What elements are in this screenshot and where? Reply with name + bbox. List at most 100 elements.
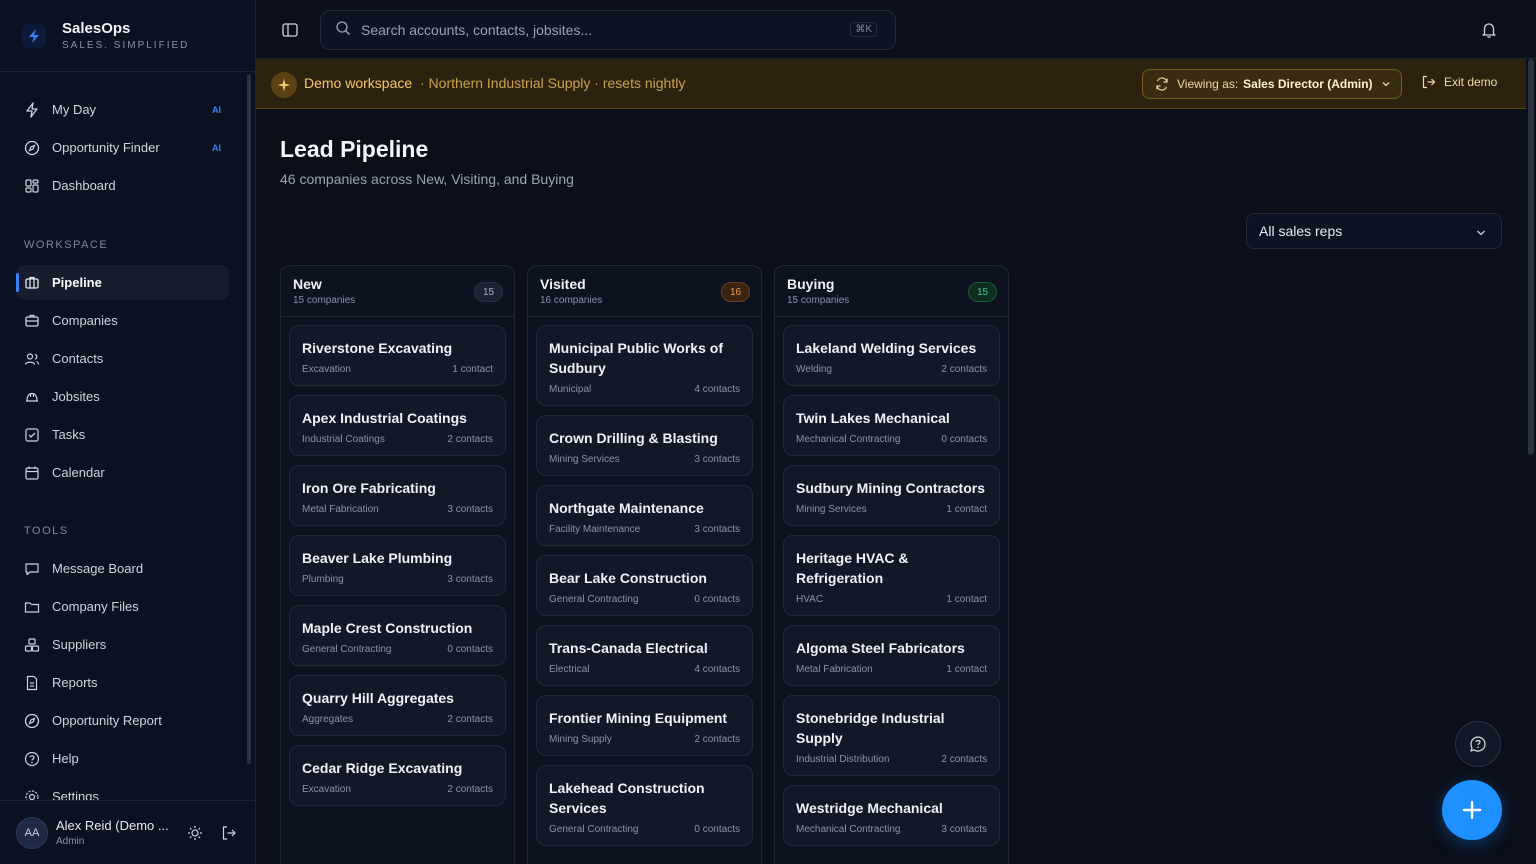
calendar-icon	[24, 465, 40, 481]
column-count: 15 companies	[293, 295, 356, 306]
column-header: Buying 15 companies 15	[775, 266, 1008, 317]
company-card[interactable]: Frontier Mining Equipment Mining Supply 2 …	[536, 695, 753, 756]
company-industry: Electrical	[549, 664, 590, 675]
page-title: Lead Pipeline	[280, 136, 429, 162]
demo-title: Demo workspace	[304, 75, 413, 91]
sidebar-item-opportunity-finder[interactable]: Opportunity Finder AI	[16, 130, 229, 165]
workspace-heading: WORKSPACE	[24, 239, 109, 251]
company-card[interactable]: Iron Ore Fabricating Metal Fabrication 3 c…	[289, 465, 506, 526]
company-name: Cedar Ridge Excavating	[302, 760, 463, 776]
sidebar-scrollbar[interactable]	[247, 74, 251, 764]
main-scrollbar[interactable]	[1528, 59, 1534, 455]
sidebar-item-dashboard[interactable]: Dashboard	[16, 168, 229, 203]
card-meta: Industrial Coatings 2 contacts	[302, 434, 493, 445]
message-icon	[24, 561, 40, 577]
company-card[interactable]: Trans-Canada Electrical Electrical 4 conta…	[536, 625, 753, 686]
sidebar-item-calendar[interactable]: Calendar	[16, 455, 229, 490]
report-icon	[24, 675, 40, 691]
card-meta: Mechanical Contracting 3 contacts	[796, 824, 987, 835]
company-name: Municipal Public Works of Sudbury	[549, 340, 723, 376]
company-card[interactable]: Cedar Ridge Excavating Excavation 2 contac…	[289, 745, 506, 806]
company-name: Crown Drilling & Blasting	[549, 430, 718, 446]
card-meta: Excavation 2 contacts	[302, 784, 493, 795]
company-card[interactable]: Municipal Public Works of Sudbury Municip…	[536, 325, 753, 406]
bell-icon[interactable]	[1480, 21, 1498, 39]
search-input[interactable]: Search accounts, contacts, jobsites... ⌘…	[320, 10, 896, 50]
sidebar-nav: My Day AI Opportunity Finder AI Dashboar…	[0, 88, 244, 800]
company-card[interactable]: Beaver Lake Plumbing Plumbing 3 contacts	[289, 535, 506, 596]
company-industry: Metal Fabrication	[302, 504, 379, 515]
compass-icon	[24, 713, 40, 729]
sidebar-item-tasks[interactable]: Tasks	[16, 417, 229, 452]
sidebar-item-label: Dashboard	[52, 178, 116, 193]
contact-count: 0 contacts	[694, 594, 740, 605]
company-card[interactable]: Lakehead Construction Services General Co…	[536, 765, 753, 846]
company-industry: Excavation	[302, 784, 351, 795]
company-card[interactable]: Crown Drilling & Blasting Mining Services…	[536, 415, 753, 476]
sidebar-item-pipeline[interactable]: Pipeline	[16, 265, 229, 300]
company-card[interactable]: Heritage HVAC & Refrigeration HVAC 1 conta…	[783, 535, 1000, 616]
company-card[interactable]: Bear Lake Construction General Contractin…	[536, 555, 753, 616]
help-button[interactable]	[1455, 721, 1501, 767]
viewing-as-dropdown[interactable]: Viewing as: Sales Director (Admin)	[1142, 69, 1402, 99]
company-name: Lakehead Construction Services	[549, 780, 705, 816]
column-header: Visited 16 companies 16	[528, 266, 761, 317]
sidebar-item-label: My Day	[52, 102, 97, 117]
sidebar-item-help[interactable]: Help	[16, 741, 229, 776]
sidebar-item-label: Opportunity Report	[52, 713, 162, 728]
users-icon	[24, 351, 40, 367]
kanban-icon	[24, 275, 40, 291]
plus-icon	[1461, 799, 1483, 821]
company-industry: Mining Supply	[549, 734, 612, 745]
card-meta: General Contracting 0 contacts	[549, 824, 740, 835]
card-meta: Metal Fabrication 1 contact	[796, 664, 987, 675]
theme-toggle-sun-icon[interactable]	[184, 822, 206, 844]
sidebar-item-suppliers[interactable]: Suppliers	[16, 627, 229, 662]
company-card[interactable]: Quarry Hill Aggregates Aggregates 2 contac…	[289, 675, 506, 736]
avatar[interactable]: AA	[16, 816, 48, 849]
logout-icon[interactable]	[218, 822, 240, 844]
sidebar-item-my-day[interactable]: My Day AI	[16, 92, 229, 127]
sidebar-item-companies[interactable]: Companies	[16, 303, 229, 338]
company-card[interactable]: Northgate Maintenance Facility Maintenanc…	[536, 485, 753, 546]
company-card[interactable]: Westridge Mechanical Mechanical Contracti…	[783, 785, 1000, 846]
sidebar-toggle-icon[interactable]	[281, 21, 299, 39]
sidebar-item-company-files[interactable]: Company Files	[16, 589, 229, 624]
company-name: Maple Crest Construction	[302, 620, 473, 636]
company-card[interactable]: Maple Crest Construction General Contract…	[289, 605, 506, 666]
company-card[interactable]: Lakeland Welding Services Welding 2 contac…	[783, 325, 1000, 386]
brand[interactable]: SalesOps SALES. SIMPLIFIED	[0, 0, 255, 72]
sidebar-item-label: Jobsites	[52, 389, 100, 404]
company-card[interactable]: Algoma Steel Fabricators Metal Fabricatio…	[783, 625, 1000, 686]
company-name: Lakeland Welding Services	[796, 340, 977, 356]
sidebar-item-label: Suppliers	[52, 637, 107, 652]
sidebar-item-opportunity-report[interactable]: Opportunity Report	[16, 703, 229, 738]
sidebar-item-message-board[interactable]: Message Board	[16, 551, 229, 586]
company-card[interactable]: Sudbury Mining Contractors Mining Service…	[783, 465, 1000, 526]
company-card[interactable]: Riverstone Excavating Excavation 1 contact	[289, 325, 506, 386]
exit-demo-button[interactable]: Exit demo	[1422, 75, 1497, 89]
sidebar-item-contacts[interactable]: Contacts	[16, 341, 229, 376]
card-meta: Mining Services 1 contact	[796, 504, 987, 515]
help-icon	[1468, 734, 1488, 754]
company-industry: Excavation	[302, 364, 351, 375]
company-industry: Aggregates	[302, 714, 354, 725]
company-name: Algoma Steel Fabricators	[796, 640, 965, 656]
topbar: Search accounts, contacts, jobsites... ⌘…	[256, 0, 1536, 59]
add-button[interactable]	[1442, 780, 1502, 840]
sidebar-item-jobsites[interactable]: Jobsites	[16, 379, 229, 414]
sales-rep-filter[interactable]: All sales reps	[1246, 213, 1502, 249]
refresh-icon	[1155, 77, 1169, 91]
sidebar-item-reports[interactable]: Reports	[16, 665, 229, 700]
card-meta: General Contracting 0 contacts	[549, 594, 740, 605]
sidebar-item-settings[interactable]: Settings	[16, 779, 229, 800]
compass-icon	[24, 140, 40, 156]
checklist-icon	[24, 427, 40, 443]
company-industry: HVAC	[796, 594, 824, 605]
company-card[interactable]: Stonebridge Industrial Supply Industrial …	[783, 695, 1000, 776]
app-root: SalesOps SALES. SIMPLIFIED My Day AI Opp…	[0, 0, 1536, 864]
company-card[interactable]: Twin Lakes Mechanical Mechanical Contract…	[783, 395, 1000, 456]
search-icon	[335, 20, 351, 41]
contact-count: 1 contact	[452, 364, 493, 375]
company-card[interactable]: Apex Industrial Coatings Industrial Coati…	[289, 395, 506, 456]
